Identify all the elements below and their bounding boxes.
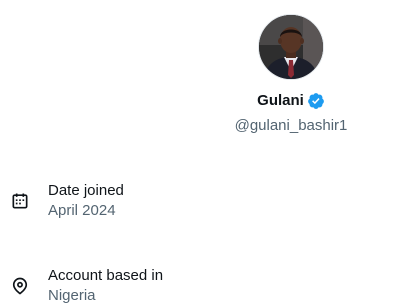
- location-pin-icon: [10, 276, 30, 296]
- calendar-icon: [10, 191, 30, 211]
- date-joined-value: April 2024: [48, 202, 116, 219]
- profile-handle: @gulani_bashir1: [234, 117, 348, 134]
- date-joined-text: Date joined April 2024: [48, 181, 124, 220]
- verified-badge-icon: [307, 92, 325, 110]
- account-based-text: Account based in Nigeria: [48, 266, 163, 305]
- avatar-image: [259, 15, 323, 79]
- name-row: Gulani: [257, 91, 325, 111]
- date-joined-label: Date joined: [48, 182, 124, 199]
- date-joined-row: Date joined April 2024: [10, 181, 124, 220]
- profile-header: Gulani @gulani_bashir1: [0, 14, 412, 136]
- avatar[interactable]: [258, 14, 324, 80]
- account-based-value: Nigeria: [48, 287, 96, 304]
- account-based-row: Account based in Nigeria: [10, 266, 163, 305]
- display-name: Gulani: [257, 92, 304, 109]
- account-based-label: Account based in: [48, 267, 164, 284]
